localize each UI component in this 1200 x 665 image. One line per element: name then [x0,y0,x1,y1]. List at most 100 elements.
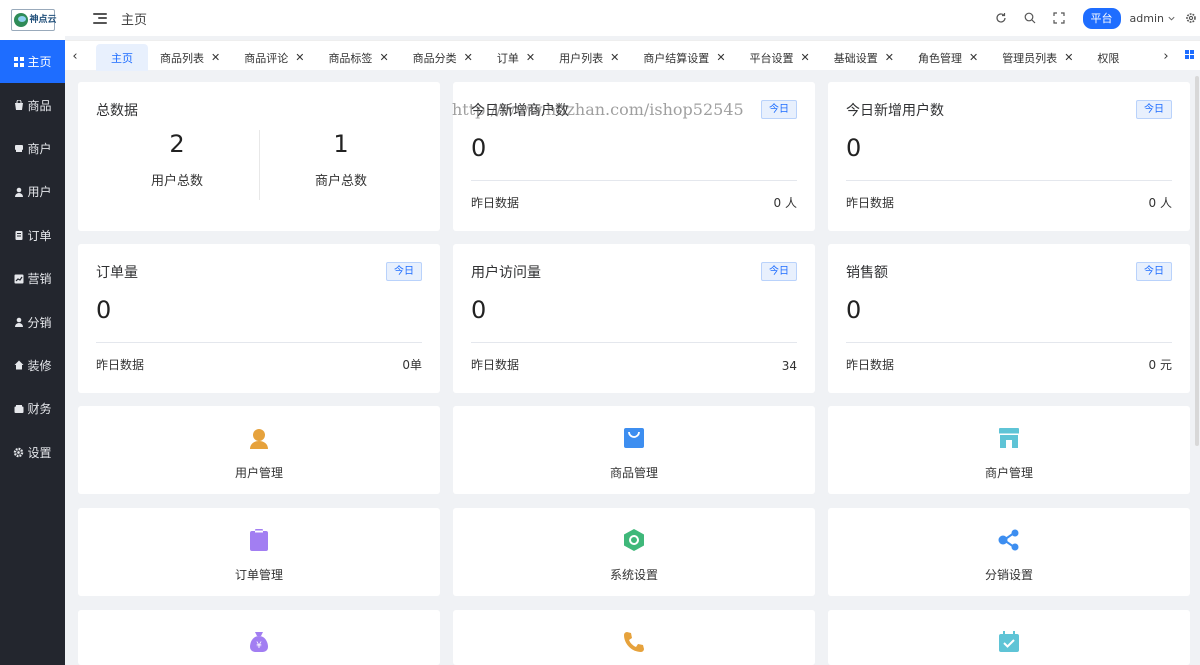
tabs-scroll-right-icon[interactable]: › [1158,41,1174,71]
platform-button[interactable]: 平台 [1082,7,1121,29]
today-badge[interactable]: 今日 [1136,262,1172,281]
tabs-bar: ‹ 主页 商品列表 ✕ 商品评论 ✕ 商品标签 ✕ 商品分类 ✕ 订单 ✕ 用户列表 ✕ 商… [65,40,1200,71]
logo[interactable]: 神点云 [0,0,65,40]
card-title: 今日新增商户数 [471,103,569,119]
fullscreen-icon[interactable] [1052,11,1066,25]
tab-label: 主页 [111,51,133,65]
yesterday-label: 昨日数据 [471,358,520,372]
close-icon[interactable]: ✕ [526,51,535,64]
quick-label: 分销设置 [984,568,1033,582]
today-badge[interactable]: 今日 [1136,100,1172,119]
home-icon [13,360,24,371]
order-icon [13,230,24,241]
stat-value: 0 [96,296,112,324]
tab-goods-review[interactable]: 商品评论 ✕ [232,44,316,71]
tab-admin-list[interactable]: 管理员列表 ✕ [990,44,1085,71]
quick-distribution-settings[interactable]: 分销设置 [828,508,1190,596]
close-icon[interactable]: ✕ [716,51,725,64]
gear-icon [13,447,24,458]
tab-label: 平台设置 [749,51,794,65]
sidebar-item-decoration[interactable]: 装修 [0,344,65,387]
sidebar-item-label: 设置 [27,445,52,460]
settings-gear-icon[interactable] [1184,11,1198,25]
close-icon[interactable]: ✕ [969,51,978,64]
tab-label: 商品分类 [412,51,457,65]
breadcrumb: 主页 [121,12,148,28]
quick-user-manage[interactable]: 用户管理 [78,406,440,494]
sidebar-item-home[interactable]: 主页 [0,40,65,84]
scrollbar-thumb[interactable] [1195,76,1199,446]
quick-calendar[interactable] [828,610,1190,665]
tab-label: 商品标签 [328,51,373,65]
tab-merchant-settlement[interactable]: 商户结算设置 ✕ [631,44,737,71]
tab-goods-list[interactable]: 商品列表 ✕ [148,44,232,71]
quick-label: 系统设置 [609,568,658,582]
stat-value: 0 [846,134,862,162]
tab-goods-tag[interactable]: 商品标签 ✕ [316,44,400,71]
tab-label: 商品评论 [244,51,289,65]
store-icon [13,143,24,154]
today-badge[interactable]: 今日 [386,262,422,281]
tabs-menu-grid-icon[interactable] [1185,50,1194,59]
today-badge[interactable]: 今日 [761,262,797,281]
menu-toggle-icon[interactable] [93,12,107,24]
today-badge[interactable]: 今日 [761,100,797,119]
stat-value: 0 [471,134,487,162]
logo-box: 神点云 [10,9,57,31]
user-menu[interactable]: admin [1130,12,1176,25]
close-icon[interactable]: ✕ [885,51,894,64]
sidebar-item-order[interactable]: 订单 [0,214,65,257]
sidebar-item-user[interactable]: 用户 [0,170,65,213]
close-icon[interactable]: ✕ [610,51,619,64]
phone-icon [624,632,644,652]
close-icon[interactable]: ✕ [801,51,810,64]
sidebar-item-goods[interactable]: 商品 [0,83,65,126]
sidebar: 神点云 主页 商品 商户 用户 订单 营销 分销 装修 财务 设置 [0,0,65,665]
calendar-check-icon [999,631,1019,652]
divider [846,342,1172,343]
close-icon[interactable]: ✕ [464,51,473,64]
distribution-icon [13,317,24,328]
quick-finance[interactable]: ¥ [78,610,440,665]
tabs-scroll-left-icon[interactable]: ‹ [67,41,83,71]
sidebar-item-finance[interactable]: 财务 [0,387,65,430]
money-bag-icon: ¥ [250,632,268,652]
close-icon[interactable]: ✕ [211,51,220,64]
tab-user-list[interactable]: 用户列表 ✕ [547,44,631,71]
refresh-icon[interactable] [994,11,1008,25]
chart-icon [13,273,24,284]
quick-label: 商户管理 [984,466,1033,480]
yesterday-label: 昨日数据 [471,196,520,210]
quick-merchant-manage[interactable]: 商户管理 [828,406,1190,494]
yesterday-value: 34 [781,359,797,373]
tab-label: 基础设置 [833,51,878,65]
quick-goods-manage[interactable]: 商品管理 [453,406,815,494]
total-users: 2 用户总数 [96,130,258,189]
tab-order[interactable]: 订单 ✕ [485,44,547,71]
sidebar-item-merchant[interactable]: 商户 [0,127,65,170]
stat-card-sales: 销售额 今日 0 昨日数据 0 元 [828,244,1190,393]
yesterday-value: 0 元 [1148,358,1172,372]
sidebar-item-distribution[interactable]: 分销 [0,300,65,343]
sidebar-item-settings[interactable]: 设置 [0,431,65,474]
stat-card-new-users: 今日新增用户数 今日 0 昨日数据 0 人 [828,82,1190,231]
quick-system-settings[interactable]: 系统设置 [453,508,815,596]
close-icon[interactable]: ✕ [1064,51,1073,64]
page-scrollbar[interactable] [1194,70,1200,665]
tab-label: 商品列表 [160,51,204,65]
quick-order-manage[interactable]: 订单管理 [78,508,440,596]
sidebar-item-marketing[interactable]: 营销 [0,257,65,300]
card-title: 今日新增用户数 [846,103,944,119]
search-icon[interactable] [1023,11,1037,25]
tab-home[interactable]: 主页 [96,44,148,71]
user-manage-icon [250,429,268,449]
tab-goods-category[interactable]: 商品分类 ✕ [401,44,485,71]
quick-contact[interactable] [453,610,815,665]
tab-basic-settings[interactable]: 基础设置 ✕ [822,44,906,71]
tab-permission[interactable]: 权限 [1085,44,1131,71]
tab-platform-settings[interactable]: 平台设置 ✕ [738,44,822,71]
close-icon[interactable]: ✕ [295,51,304,64]
tab-role-manage[interactable]: 角色管理 ✕ [906,44,990,71]
yesterday-value: 0 人 [773,196,797,210]
close-icon[interactable]: ✕ [379,51,388,64]
